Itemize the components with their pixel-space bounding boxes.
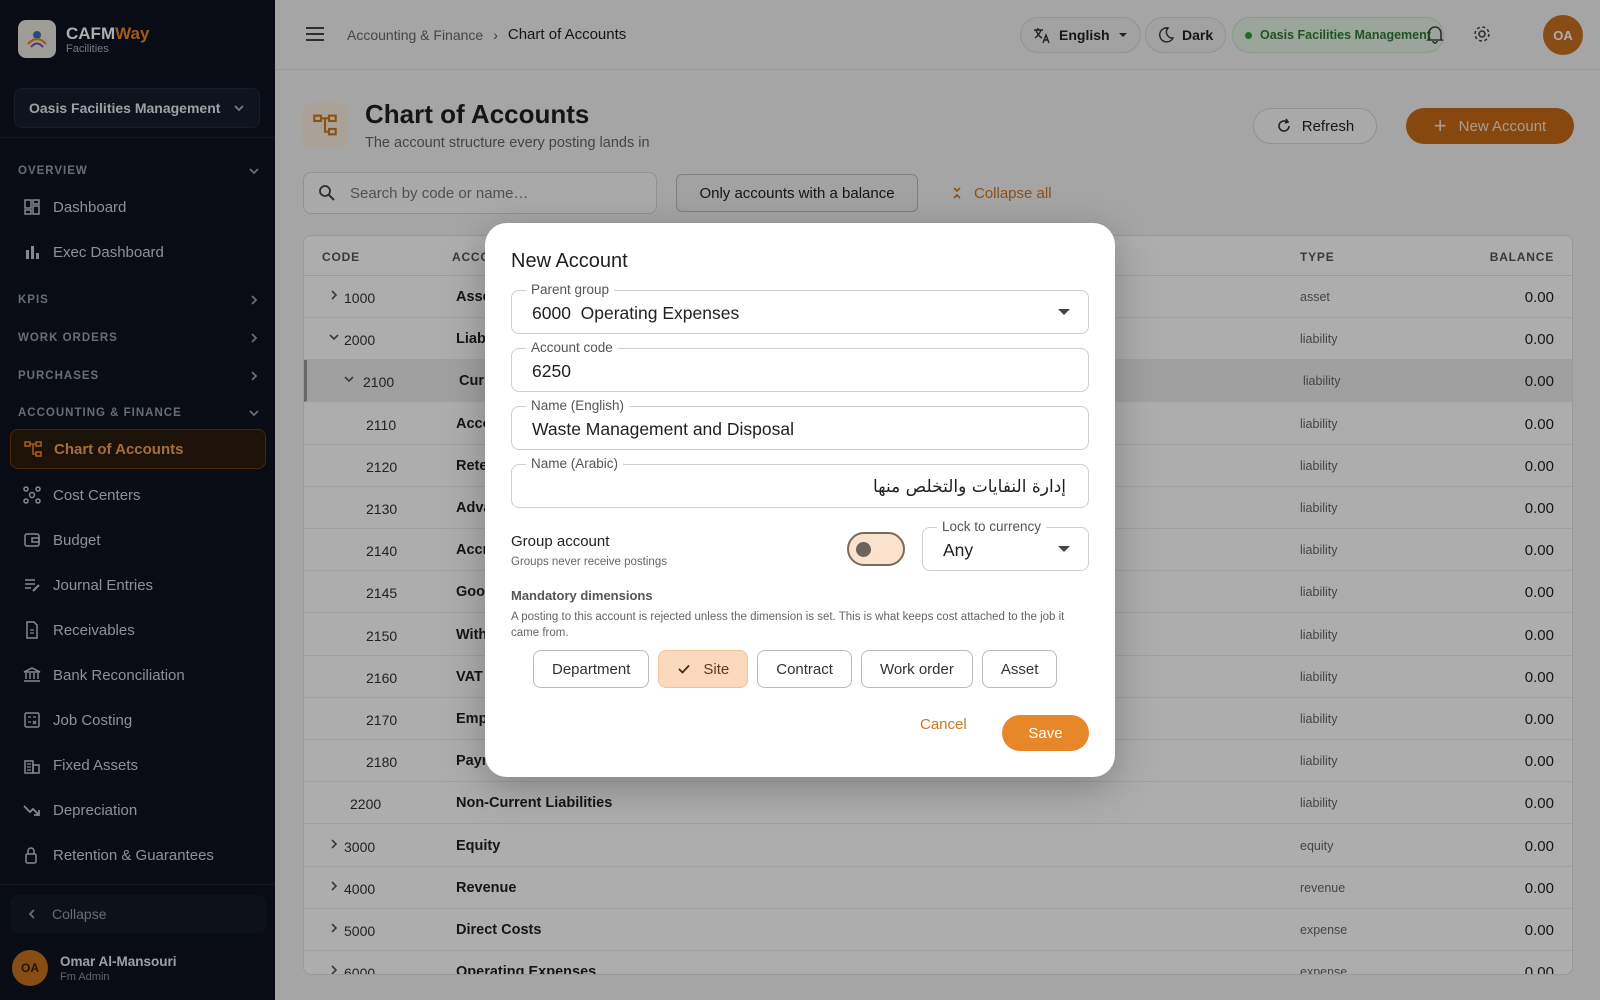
chip-site[interactable]: Site — [658, 650, 749, 688]
field-label: Name (Arabic) — [526, 456, 624, 471]
field-value: 6000 Operating Expenses — [532, 303, 740, 323]
dialog-title: New Account — [511, 250, 628, 272]
save-button[interactable]: Save — [1002, 715, 1089, 751]
cancel-button[interactable]: Cancel — [920, 716, 967, 733]
name-english-field[interactable]: Name (English) Waste Management and Disp… — [511, 398, 1089, 450]
field-label: Parent group — [526, 282, 615, 297]
field-label: Account code — [526, 340, 618, 355]
toggle-knob — [856, 542, 871, 557]
name-arabic-field[interactable]: Name (Arabic) إدارة النفايات والتخلص منه… — [511, 456, 1089, 508]
chip-work-order[interactable]: Work order — [860, 650, 973, 688]
field-value: 6250 — [532, 361, 571, 381]
chip-department[interactable]: Department — [533, 650, 650, 688]
caret-down-icon — [1058, 546, 1070, 552]
group-account-toggle[interactable] — [847, 532, 905, 566]
field-label: Name (English) — [526, 398, 630, 413]
caret-down-icon — [1058, 309, 1070, 315]
parent-group-select[interactable]: Parent group 6000 Operating Expenses — [511, 282, 1089, 334]
field-value: إدارة النفايات والتخلص منها — [873, 477, 1066, 497]
dimensions-help: A posting to this account is rejected un… — [511, 611, 1065, 639]
dimension-chips: Department Site Contract Work order Asse… — [533, 650, 1066, 688]
account-code-field[interactable]: Account code 6250 — [511, 340, 1089, 392]
group-account-help: Groups never receive postings — [511, 556, 667, 568]
dimensions-title: Mandatory dimensions — [511, 588, 653, 603]
currency-select[interactable]: Lock to currency Any — [922, 519, 1089, 571]
new-account-dialog: New Account Parent group 6000 Operating … — [485, 223, 1115, 777]
group-account-label: Group account — [511, 533, 610, 550]
field-label: Lock to currency — [937, 519, 1047, 534]
field-value: Waste Management and Disposal — [532, 419, 794, 439]
field-value: Any — [943, 540, 974, 560]
chip-contract[interactable]: Contract — [757, 650, 852, 688]
chip-asset[interactable]: Asset — [981, 650, 1058, 688]
check-icon — [678, 664, 691, 674]
